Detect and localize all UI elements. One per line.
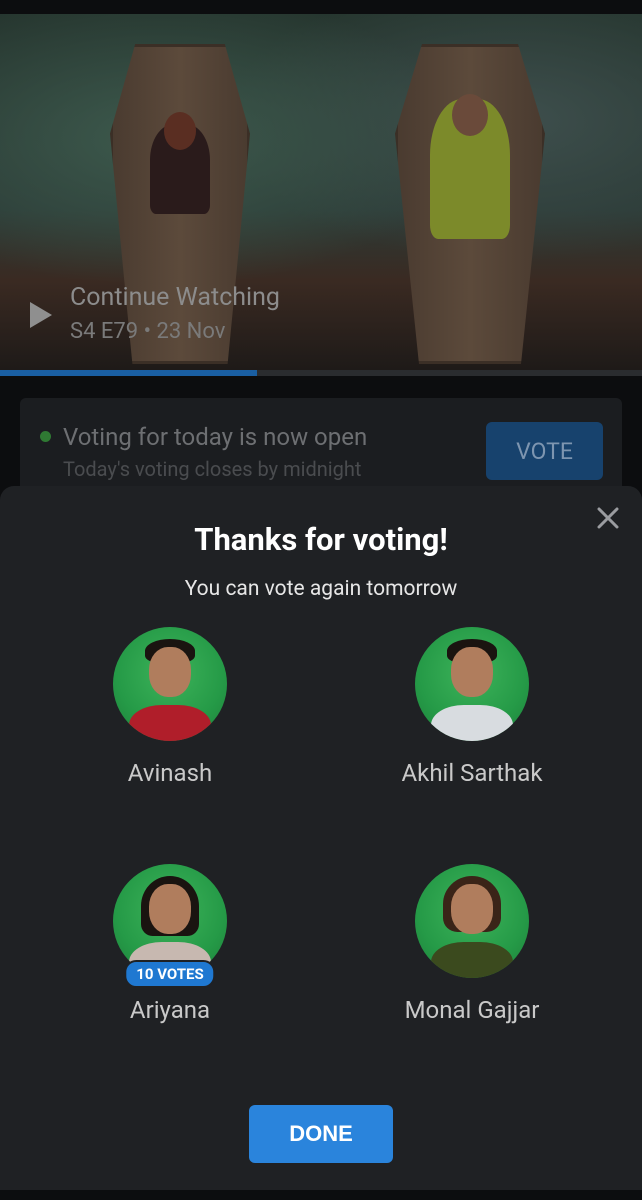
episode-info: S4 E79 • 23 Nov bbox=[70, 319, 226, 344]
avatar-face bbox=[149, 884, 191, 934]
continue-watching[interactable]: Continue Watching S4 E79 • 23 Nov bbox=[30, 282, 280, 348]
avatar-face bbox=[451, 884, 493, 934]
contestant-avinash[interactable]: Avinash bbox=[40, 627, 300, 789]
avatar bbox=[415, 627, 529, 741]
avatar-body bbox=[129, 705, 211, 741]
voting-title: Voting for today is now open bbox=[63, 423, 368, 451]
vote-button[interactable]: VOTE bbox=[486, 422, 603, 480]
watch-progress-bar bbox=[0, 370, 642, 376]
contestant-name: Monal Gajjar bbox=[404, 996, 540, 1024]
system-nav-bar bbox=[0, 1190, 642, 1200]
done-button[interactable]: DONE bbox=[249, 1105, 393, 1163]
continue-watching-title: Continue Watching bbox=[70, 283, 280, 312]
avatar-body bbox=[431, 942, 513, 978]
avatar bbox=[113, 627, 227, 741]
status-dot-icon bbox=[40, 431, 51, 442]
avatar-face bbox=[149, 647, 191, 697]
contestant-akhil-sarthak[interactable]: Akhil Sarthak bbox=[342, 627, 602, 789]
contestant-name: Akhil Sarthak bbox=[401, 759, 543, 787]
voting-subtitle: Today's voting closes by midnight bbox=[63, 457, 362, 481]
avatar-face bbox=[451, 647, 493, 697]
sheet-title: Thanks for voting! bbox=[194, 521, 448, 558]
voting-banner: Voting for today is now open Today's vot… bbox=[20, 398, 622, 498]
votes-badge: 10 VOTES bbox=[124, 960, 216, 988]
contestant-name: Ariyana bbox=[129, 996, 211, 1024]
contestant-name: Avinash bbox=[127, 759, 213, 787]
scene-person-right-head bbox=[452, 94, 488, 136]
scene-person-left-head bbox=[164, 112, 196, 150]
avatar bbox=[415, 864, 529, 978]
play-icon bbox=[30, 302, 52, 328]
contestant-monal-gajjar[interactable]: Monal Gajjar bbox=[342, 864, 602, 1026]
avatar-body bbox=[431, 705, 513, 741]
contestant-ariyana[interactable]: 10 VOTES Ariyana bbox=[40, 864, 300, 1026]
sheet-subtitle: You can vote again tomorrow bbox=[184, 577, 458, 601]
watch-progress-fill bbox=[0, 370, 257, 376]
